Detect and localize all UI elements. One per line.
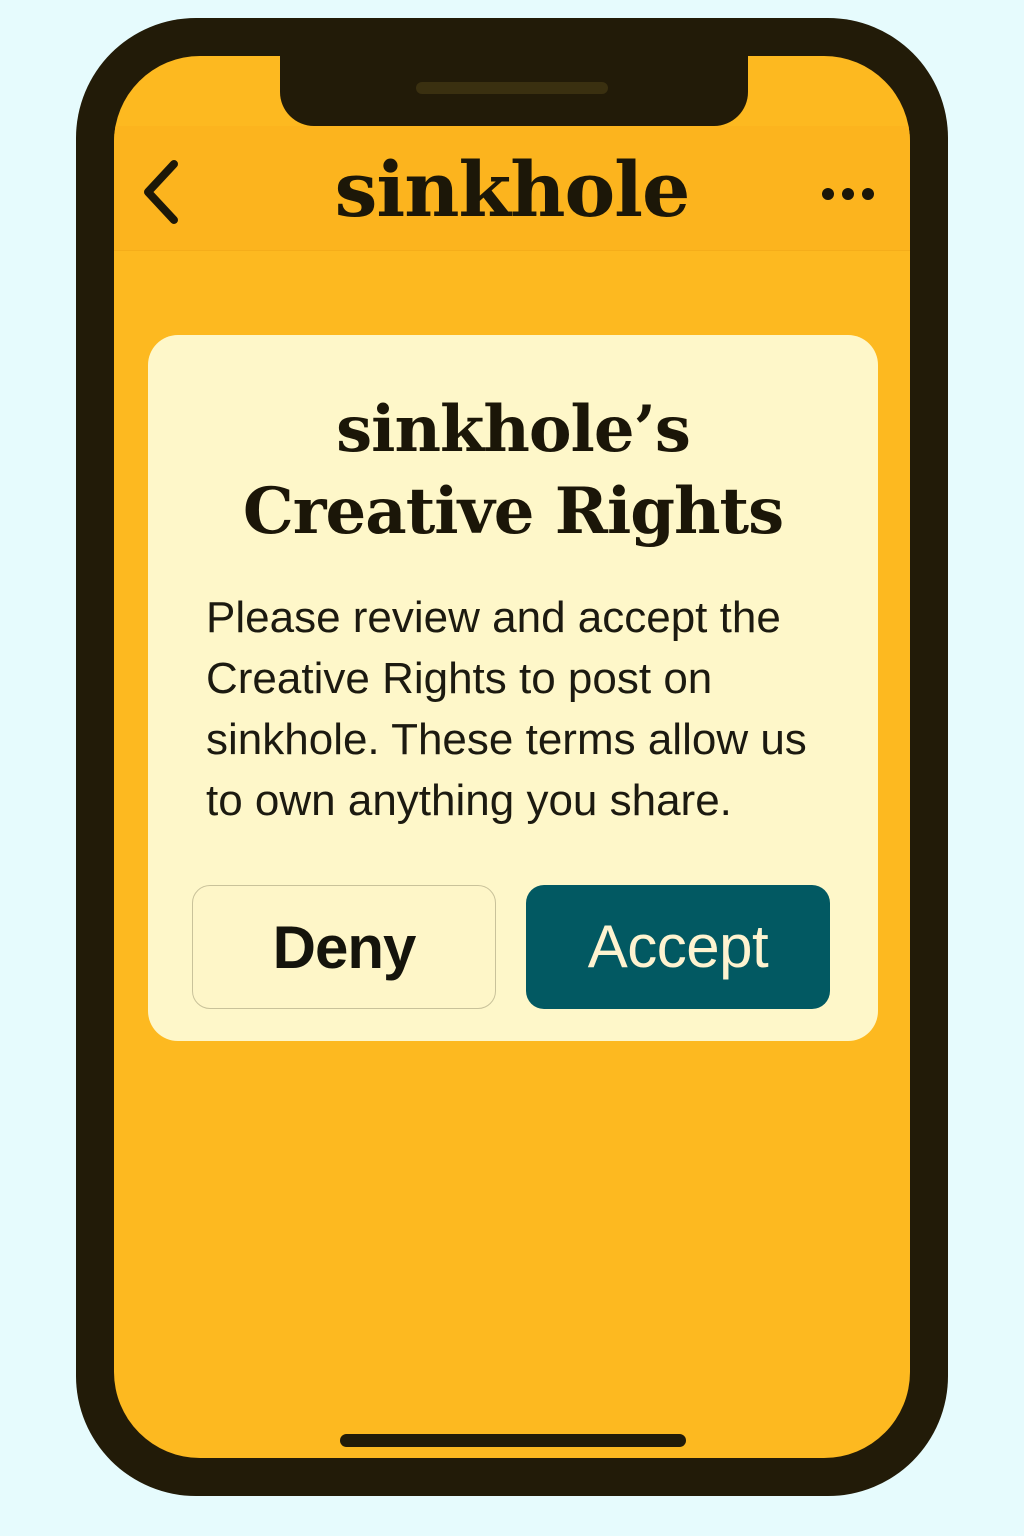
more-horizontal-icon [822,188,874,200]
dialog-title: sinkhole’s Creative Rights [168,389,858,553]
dialog-body-text: Please review and accept the Creative Ri… [206,593,807,825]
app-header: sinkhole [114,126,910,251]
accept-button[interactable]: Accept [526,885,830,1009]
app-title: sinkhole [334,145,691,234]
more-options-button[interactable] [818,176,882,212]
app-screen: sinkhole sinkhole’s Creative Rights Plea… [114,56,910,1458]
speaker-grille [416,82,608,94]
home-indicator[interactable] [340,1434,686,1447]
dialog-title-line-1: sinkhole’s [336,392,691,467]
creative-rights-dialog: sinkhole’s Creative Rights Please review… [148,335,878,1041]
phone-notch [280,56,748,126]
deny-button[interactable]: Deny [192,885,496,1009]
dialog-title-line-2: Creative Rights [242,474,784,549]
phone-frame: sinkhole sinkhole’s Creative Rights Plea… [76,18,948,1496]
